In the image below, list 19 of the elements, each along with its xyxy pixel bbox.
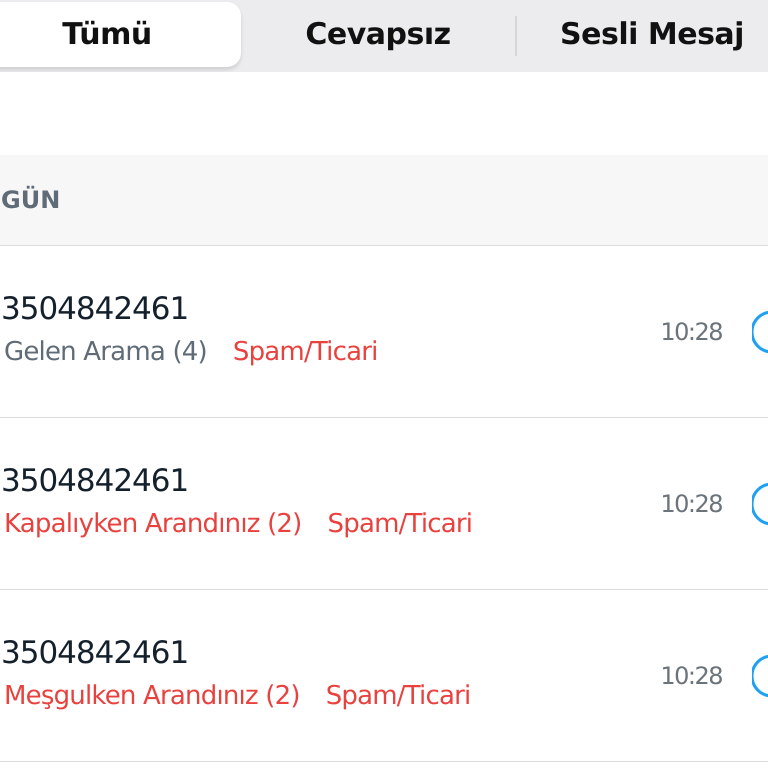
spam-label: Spam/Ticari xyxy=(328,508,472,538)
spam-label: Spam/Ticari xyxy=(232,336,378,366)
call-status: Meşgulken Arandınız (2) xyxy=(4,680,300,710)
tab[interactable]: Cevapsız xyxy=(241,2,515,66)
phone-number: 3504842461 xyxy=(1,634,190,670)
call-time: 10:28 xyxy=(660,490,722,518)
info-icon[interactable] xyxy=(752,654,768,698)
info-icon[interactable] xyxy=(752,310,768,354)
spam-label: Spam/Ticari xyxy=(326,680,470,710)
call-time: 10:28 xyxy=(660,662,722,690)
call-status: Kapalıyken Arandınız (2) xyxy=(4,508,302,538)
call-time: 10:28 xyxy=(660,318,722,346)
phone-number: 3504842461 xyxy=(1,290,190,326)
phone-number: 3504842461 xyxy=(1,462,190,498)
call-status: Gelen Arama (4) xyxy=(4,336,207,366)
tab[interactable]: Sesli Mesaj xyxy=(515,2,768,66)
info-icon[interactable] xyxy=(752,482,768,526)
tab[interactable]: Tümü xyxy=(0,2,241,66)
section-header: GÜN xyxy=(1,186,60,214)
